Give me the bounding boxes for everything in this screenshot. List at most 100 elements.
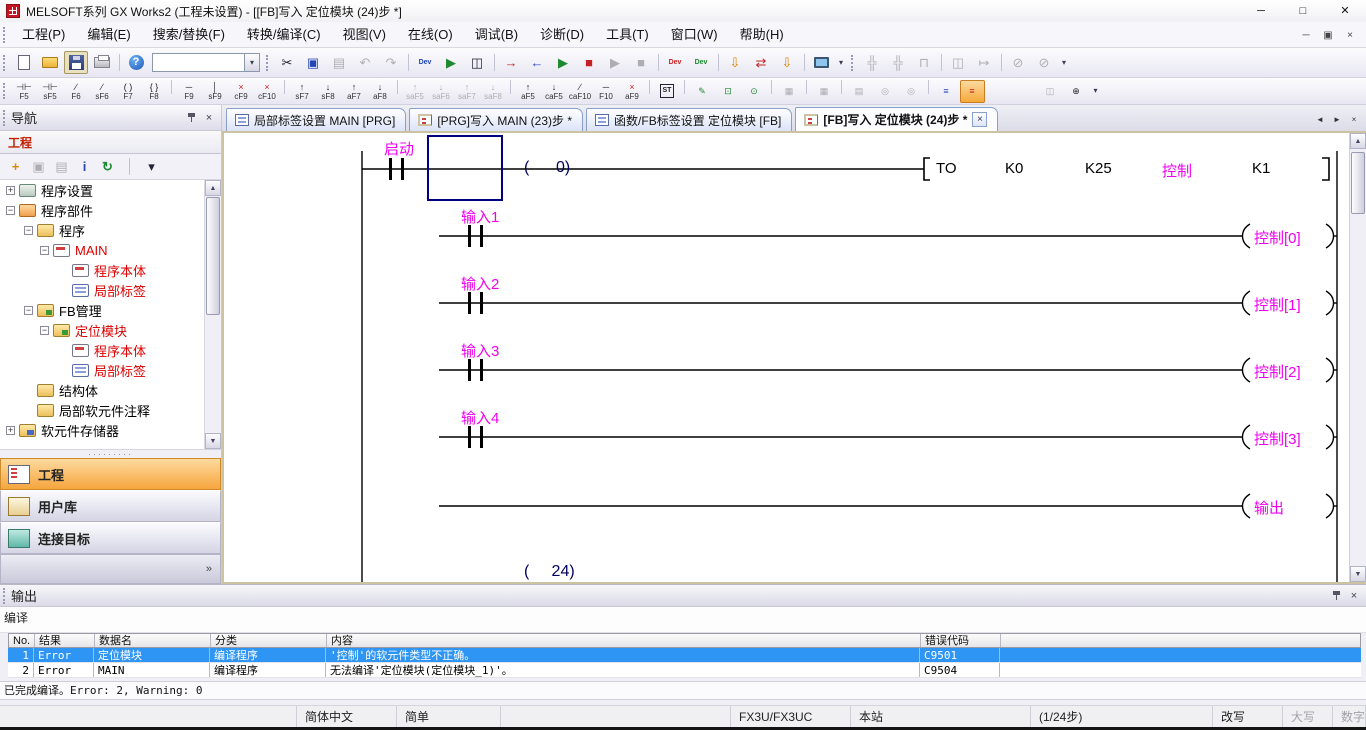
- copy-button[interactable]: ▣: [301, 51, 325, 74]
- find-next-button[interactable]: ◎: [899, 80, 924, 103]
- saF5-button[interactable]: ↑saF5: [403, 80, 428, 103]
- sort-filter-button[interactable]: ▾: [141, 157, 162, 177]
- menu-diagnostics[interactable]: 诊断(D): [529, 23, 595, 47]
- read-from-plc-button[interactable]: ←: [525, 51, 549, 74]
- tree-scrollbar[interactable]: ▲ ▼: [204, 180, 221, 449]
- tab-list-close-button[interactable]: ×: [1347, 112, 1361, 127]
- device-test-on-button[interactable]: Dev: [663, 51, 687, 74]
- view-selector-user-library-button[interactable]: 用户库: [0, 490, 221, 522]
- tab-close-button[interactable]: ×: [972, 112, 987, 127]
- ladder-monitor-button[interactable]: ╬: [860, 51, 884, 74]
- mdi-minimize-button[interactable]: ─: [1296, 26, 1316, 44]
- close-button[interactable]: ✕: [1324, 0, 1366, 22]
- toolbar-overflow-button[interactable]: ▾: [1090, 80, 1102, 103]
- F7-button[interactable]: ( )F7: [116, 80, 141, 103]
- tab-fb-label-positioning[interactable]: 函数/FB标签设置 定位模块 [FB]: [586, 108, 792, 131]
- refresh-button[interactable]: ↻: [97, 157, 118, 177]
- mdi-restore-button[interactable]: ▣: [1318, 26, 1338, 44]
- output-close-button[interactable]: ×: [1345, 588, 1363, 604]
- edit-statement-button[interactable]: ⊡: [716, 80, 741, 103]
- break1-button[interactable]: ⊘: [1006, 51, 1030, 74]
- watch-start-button[interactable]: ▶: [603, 51, 627, 74]
- tab-local-label-main[interactable]: 局部标签设置 MAIN [PRG]: [226, 108, 406, 131]
- ladder-scrollbar[interactable]: ▲ ▼: [1349, 133, 1366, 582]
- ladder-editor[interactable]: ( 0) ( 24) 启动 输入1 输入2 输入3 输入4 TO K0 K25 …: [222, 131, 1366, 584]
- tree-item-program-settings[interactable]: 程序设置: [0, 180, 221, 200]
- connection-line-on-button[interactable]: ≡: [960, 80, 985, 103]
- paste-button[interactable]: ▤: [327, 51, 351, 74]
- menu-window[interactable]: 窗口(W): [660, 23, 729, 47]
- paste-data-button[interactable]: ▤: [51, 157, 72, 177]
- caF5-button[interactable]: ↓caF5: [542, 80, 567, 103]
- compile-tab[interactable]: 编译: [0, 607, 1366, 633]
- minimize-button[interactable]: ─: [1240, 0, 1282, 22]
- tree-item-main[interactable]: MAIN: [0, 240, 221, 260]
- error-row-2[interactable]: 2 Error MAIN 编译程序 无法编译'定位模块(定位模块_1)'。 C9…: [8, 663, 1361, 678]
- error-row-1[interactable]: 1 Error 定位模块 编译程序 '控制'的软元件类型不正确。 C9501: [8, 648, 1361, 663]
- tree-item-program-body[interactable]: 程序本体: [0, 260, 221, 280]
- menu-debug[interactable]: 调试(B): [464, 23, 529, 47]
- collapse-icon[interactable]: [6, 206, 15, 215]
- scrollbar-thumb[interactable]: [206, 197, 220, 315]
- tree-item-structure[interactable]: 结构体: [0, 380, 221, 400]
- connection-line-off-button[interactable]: ≡: [934, 80, 959, 103]
- caF10-button[interactable]: ∕caF10: [568, 80, 593, 103]
- view-selector-project-button[interactable]: 工程: [0, 458, 221, 490]
- F9-button[interactable]: ─F9: [177, 80, 202, 103]
- scrollbar-thumb[interactable]: [1351, 152, 1365, 214]
- pin-button[interactable]: [182, 110, 200, 126]
- aF5-button[interactable]: ↑aF5: [516, 80, 541, 103]
- view-selector-expand-button[interactable]: »: [0, 554, 221, 584]
- scroll-up-button[interactable]: ▲: [1350, 133, 1366, 149]
- F5-button[interactable]: ⊣⊢F5: [12, 80, 37, 103]
- read-mode-button[interactable]: ▦: [777, 80, 802, 103]
- saF8-button[interactable]: ↓saF8: [481, 80, 506, 103]
- aF8-button[interactable]: ↓aF8: [368, 80, 393, 103]
- zoom-button[interactable]: ⊕: [1064, 80, 1089, 103]
- toolbar-overflow-button[interactable]: ▾: [1058, 51, 1070, 74]
- watch-stop-button[interactable]: ■: [629, 51, 653, 74]
- menu-project[interactable]: 工程(P): [11, 23, 76, 47]
- tab-scroll-right-button[interactable]: ►: [1330, 112, 1344, 127]
- scroll-up-button[interactable]: ▲: [205, 180, 221, 196]
- navigation-close-button[interactable]: ×: [200, 110, 218, 126]
- tree-item-fb-program-body[interactable]: 程序本体: [0, 340, 221, 360]
- sF8-button[interactable]: ↓sF8: [316, 80, 341, 103]
- monitor-stop-button[interactable]: ■: [577, 51, 601, 74]
- sF6-button[interactable]: ∕sF6: [90, 80, 115, 103]
- tab-prg-write-main[interactable]: [PRG]写入 MAIN (23)步 *: [409, 108, 583, 131]
- transfer-setup-button[interactable]: ⇩: [723, 51, 747, 74]
- menu-tools[interactable]: 工具(T): [595, 23, 660, 47]
- pc-connection-button[interactable]: [809, 51, 833, 74]
- sF9-button[interactable]: │sF9: [203, 80, 228, 103]
- new-data-button[interactable]: +: [5, 157, 26, 177]
- zoom-find-button[interactable]: [986, 80, 1011, 103]
- program-selector-value[interactable]: [152, 53, 244, 72]
- tree-item-program-parts[interactable]: 程序部件: [0, 200, 221, 220]
- help-button[interactable]: ?: [124, 51, 148, 74]
- scroll-down-button[interactable]: ▼: [205, 433, 221, 449]
- tab-fb-write-positioning[interactable]: [FB]写入 定位模块 (24)步 *×: [795, 107, 998, 131]
- device-display-button[interactable]: ◫: [1038, 80, 1063, 103]
- collapse-icon[interactable]: [24, 226, 33, 235]
- menu-view[interactable]: 视图(V): [332, 23, 397, 47]
- entry-monitor-button[interactable]: ╬: [886, 51, 910, 74]
- toolbar-overflow-button[interactable]: ▾: [835, 51, 847, 74]
- device-find-button[interactable]: Dev: [413, 51, 437, 74]
- F8-button[interactable]: { }F8: [142, 80, 167, 103]
- sF5-button[interactable]: ⊣⊢sF5: [38, 80, 63, 103]
- data-info-button[interactable]: i: [74, 157, 95, 177]
- program-selector[interactable]: ▾: [152, 53, 260, 72]
- find-previous-button[interactable]: ◎: [873, 80, 898, 103]
- tree-item-local-label[interactable]: 局部标签: [0, 280, 221, 300]
- dropdown-arrow-icon[interactable]: ▾: [244, 53, 260, 72]
- menu-edit[interactable]: 编辑(E): [76, 23, 141, 47]
- zoom-replace-button[interactable]: [1012, 80, 1037, 103]
- open-project-button[interactable]: [38, 51, 62, 74]
- saF6-button[interactable]: ↓saF6: [429, 80, 454, 103]
- tree-item-local-device-comment[interactable]: 局部软元件注释: [0, 400, 221, 420]
- edit-note-button[interactable]: ⊙: [742, 80, 767, 103]
- expand-icon[interactable]: [6, 186, 15, 195]
- menu-convert-compile[interactable]: 转换/编译(C): [236, 23, 332, 47]
- cF10-button[interactable]: ×cF10: [255, 80, 280, 103]
